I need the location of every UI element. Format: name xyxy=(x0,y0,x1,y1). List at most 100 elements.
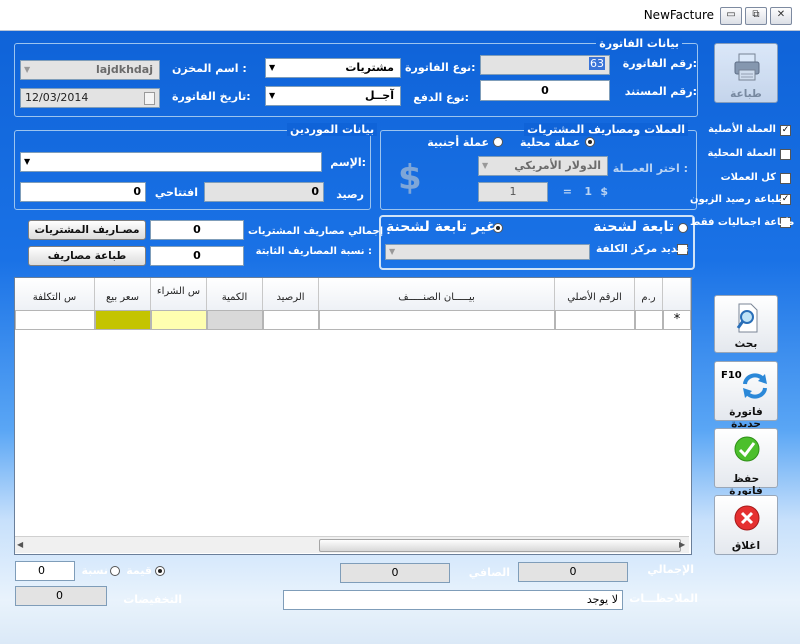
chevron-down-icon: ▼ xyxy=(269,63,276,72)
invoice-type-select[interactable]: ▼ مشتريات xyxy=(265,58,401,78)
suppliers-group-title: بيانات الموردين xyxy=(287,123,378,136)
total-expenses-field[interactable]: 0 xyxy=(150,220,244,240)
store-name-label: اسم المخزن : xyxy=(172,62,247,75)
cell-sale-price[interactable] xyxy=(95,310,151,330)
items-grid[interactable]: س التكلفة سعر بيع س الشراء الكمية الرصيد… xyxy=(14,277,692,555)
chevron-down-icon: ▼ xyxy=(482,161,489,170)
payment-type-label: نوع الدفع: xyxy=(413,91,469,104)
chevron-down-icon: ▼ xyxy=(269,91,276,100)
opening-field[interactable]: 0 xyxy=(20,182,146,202)
total-field[interactable]: 0 xyxy=(518,562,628,582)
notes-field[interactable]: لا يوجد xyxy=(283,590,623,610)
new-invoice-button[interactable]: F10 فاتورة جديدة xyxy=(714,361,778,430)
invoice-date-field[interactable]: 12/03/2014 xyxy=(20,88,160,108)
column-cost-price: س التكلفة xyxy=(15,278,95,310)
shipment-not-attached-label: غير تابعة لشحنة xyxy=(386,219,496,235)
close-window-button[interactable]: ✕ xyxy=(770,7,792,25)
horizontal-scrollbar[interactable]: ◀ ▶ xyxy=(15,536,689,553)
total-label: الإجمالي xyxy=(647,563,694,576)
cost-center-label: تحديد مركز الكلفة xyxy=(596,243,689,255)
purchases-expenses-button[interactable]: مصـاريف المشتريات xyxy=(28,220,146,240)
original-currency-checkbox[interactable]: ✓ xyxy=(780,125,791,136)
window-title: NewFacture xyxy=(643,8,714,22)
column-row-header xyxy=(663,278,691,310)
total-expenses-label: إجمالي مصاريف المشتريات : xyxy=(248,226,391,237)
original-currency-label: العملة الأصلية xyxy=(708,124,776,135)
cell-original-number[interactable] xyxy=(555,310,635,330)
cell-balance[interactable] xyxy=(263,310,319,330)
balance-field[interactable]: 0 xyxy=(204,182,324,202)
all-currencies-label: كل العملات xyxy=(720,172,776,183)
print-customer-balance-label: طباعة رصيد الزبون xyxy=(690,194,785,205)
currency-select[interactable]: ▼ الدولار الأمريكي xyxy=(478,156,608,176)
scrollbar-thumb[interactable] xyxy=(319,539,681,552)
discount-value-label: قيمة xyxy=(126,564,152,577)
print-expenses-button[interactable]: طباعة مصاريف xyxy=(28,246,146,266)
column-item-description: بيـــــان الصنـــــف xyxy=(319,278,555,310)
refresh-icon xyxy=(743,373,767,399)
checkmark-icon xyxy=(734,436,760,462)
chevron-down-icon: ▼ xyxy=(24,157,31,166)
discount-value-radio[interactable] xyxy=(155,566,165,576)
discount-ratio-radio[interactable] xyxy=(110,566,120,576)
fixed-expenses-ratio-field[interactable]: 0 xyxy=(150,246,244,266)
scroll-right-icon[interactable]: ▶ xyxy=(679,540,685,549)
document-no-field[interactable]: 0 xyxy=(480,80,610,101)
chevron-down-icon: ▼ xyxy=(24,65,31,74)
chevron-down-icon: ▼ xyxy=(389,247,396,256)
print-totals-only-label: طباعة اجماليات فقط xyxy=(690,217,795,228)
discounts-field[interactable]: 0 xyxy=(15,586,107,606)
maximize-button[interactable]: ⧉ xyxy=(745,7,767,25)
discount-input[interactable]: 0 xyxy=(15,561,75,581)
shipment-attached-radio[interactable] xyxy=(678,223,688,233)
new-row-marker: * xyxy=(663,310,691,330)
document-no-label: رقم المستند: xyxy=(624,85,697,98)
net-field[interactable]: 0 xyxy=(340,563,450,583)
rate-one: 1 xyxy=(584,185,592,198)
store-name-select[interactable]: ▼ lajdkhdaj xyxy=(20,60,160,80)
cell-serial[interactable] xyxy=(635,310,663,330)
column-original-number: الرقم الأصلي xyxy=(555,278,635,310)
invoice-no-field[interactable]: 63 xyxy=(480,55,610,75)
close-button[interactable]: اغلاق xyxy=(714,495,778,555)
discount-ratio-label: نسبة xyxy=(81,564,109,577)
column-purchase-price: س الشراء xyxy=(151,278,207,310)
column-quantity: الكمية xyxy=(207,278,263,310)
local-currency-label: عملة محلية xyxy=(520,136,581,149)
fixed-expenses-ratio-label: نسبة المصاريف الثابتة : xyxy=(255,246,372,257)
local-currency-radio[interactable] xyxy=(585,137,595,147)
calendar-icon[interactable] xyxy=(144,92,155,105)
print-button[interactable]: طباعة xyxy=(714,43,778,103)
rate-dollar-symbol: $ xyxy=(600,185,608,198)
rate-equals: = xyxy=(562,185,572,198)
all-currencies-checkbox[interactable] xyxy=(780,173,791,184)
search-icon xyxy=(736,303,758,333)
column-balance: الرصيد xyxy=(263,278,319,310)
payment-type-select[interactable]: ▼ آجــل xyxy=(265,86,401,106)
cell-quantity[interactable] xyxy=(207,310,263,330)
invoice-group-title: بيانات الفاتورة xyxy=(596,37,682,50)
column-sale-price: سعر بيع xyxy=(95,278,151,310)
notes-label: الملاحظـــات xyxy=(629,592,698,605)
foreign-currency-label: عملة أجنبية xyxy=(427,136,489,149)
invoice-no-label: رقم الفاتورة: xyxy=(622,57,697,70)
supplier-name-select[interactable]: ▼ xyxy=(20,152,322,172)
scroll-left-icon[interactable]: ◀ xyxy=(17,540,23,549)
local-currency-checkbox[interactable] xyxy=(780,149,791,160)
discounts-label: التخفيضات xyxy=(123,593,182,606)
cell-cost-price[interactable] xyxy=(15,310,95,330)
exchange-rate-field[interactable]: 1 xyxy=(478,182,548,202)
cost-center-select[interactable]: ▼ xyxy=(385,244,590,260)
save-invoice-button[interactable]: حفظ فاتورة xyxy=(714,428,778,497)
minimize-button[interactable]: ▭ xyxy=(720,7,742,25)
cell-item-description[interactable] xyxy=(319,310,555,330)
foreign-currency-radio[interactable] xyxy=(493,137,503,147)
net-label: الصافي xyxy=(468,566,510,579)
supplier-name-label: الإسم: xyxy=(330,156,366,169)
cell-purchase-price[interactable] xyxy=(151,310,207,330)
balance-label: رصيد xyxy=(336,188,364,201)
column-serial: ر.م xyxy=(635,278,663,310)
search-button[interactable]: بحث xyxy=(714,295,778,353)
invoice-date-label: تاريخ الفاتورة: xyxy=(172,90,251,103)
close-icon xyxy=(734,505,760,531)
